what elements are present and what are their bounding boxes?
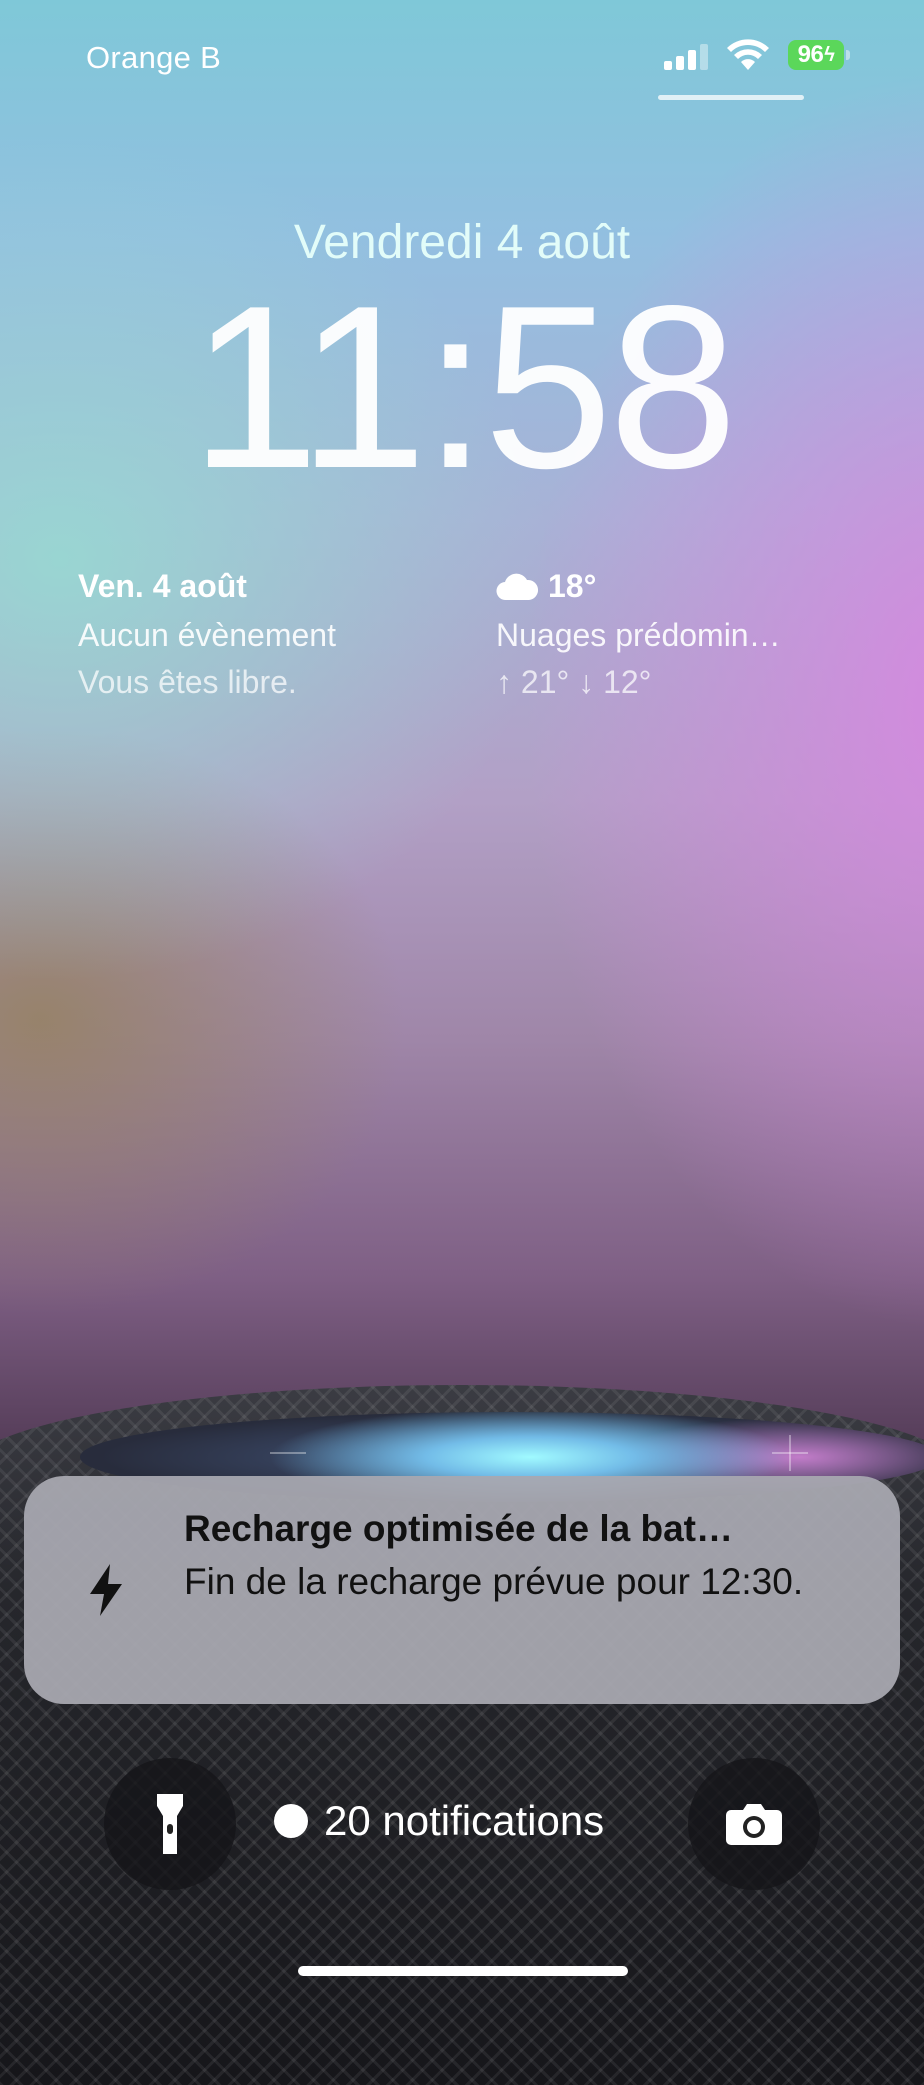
- notification-body: Fin de la recharge prévue pour 12:30.: [184, 1561, 804, 1602]
- battery-charging-icon: 96 ϟ: [788, 40, 844, 70]
- charging-bolt-icon: ϟ: [824, 43, 835, 66]
- camera-icon: [726, 1804, 782, 1845]
- weather-widget[interactable]: 18° Nuages prédomin… ↑ 21° ↓ 12°: [496, 568, 781, 701]
- calendar-subtitle: Vous êtes libre.: [78, 664, 297, 700]
- speaker-plus-mark: [772, 1435, 808, 1471]
- flashlight-icon: [157, 1794, 183, 1854]
- lock-clock: 11:58: [190, 258, 737, 517]
- flashlight-button[interactable]: [104, 1758, 236, 1890]
- calendar-widget[interactable]: Ven. 4 août Aucun évènement Vous êtes li…: [78, 568, 336, 701]
- carrier-name: Orange B: [86, 40, 222, 75]
- speaker-minus-mark: [270, 1452, 306, 1454]
- battery-level: 96: [797, 41, 824, 68]
- notification-count-label: 20 notifications: [324, 1797, 605, 1844]
- notification-dot-icon: [274, 1804, 308, 1838]
- home-indicator[interactable]: [298, 1966, 628, 1976]
- notification-title: Recharge optimisée de la bat…: [184, 1508, 734, 1549]
- calendar-event: Aucun évènement: [78, 617, 336, 653]
- calendar-date: Ven. 4 août: [78, 568, 247, 604]
- notification-count[interactable]: 20 notifications: [274, 1796, 604, 1846]
- notification-card[interactable]: Recharge optimisée de la bat… Fin de la …: [24, 1476, 900, 1704]
- weather-temperature: 18°: [548, 568, 597, 604]
- weather-condition: Nuages prédomin…: [496, 617, 781, 653]
- cloud-icon: [496, 573, 538, 600]
- camera-button[interactable]: [688, 1758, 820, 1890]
- weather-high-low: ↑ 21° ↓ 12°: [496, 664, 652, 700]
- signal-icon: [664, 44, 708, 70]
- wifi-icon: [727, 39, 769, 70]
- control-center-indicator[interactable]: [658, 95, 804, 100]
- battery-cap: [846, 50, 850, 60]
- bolt-icon: [90, 1564, 122, 1616]
